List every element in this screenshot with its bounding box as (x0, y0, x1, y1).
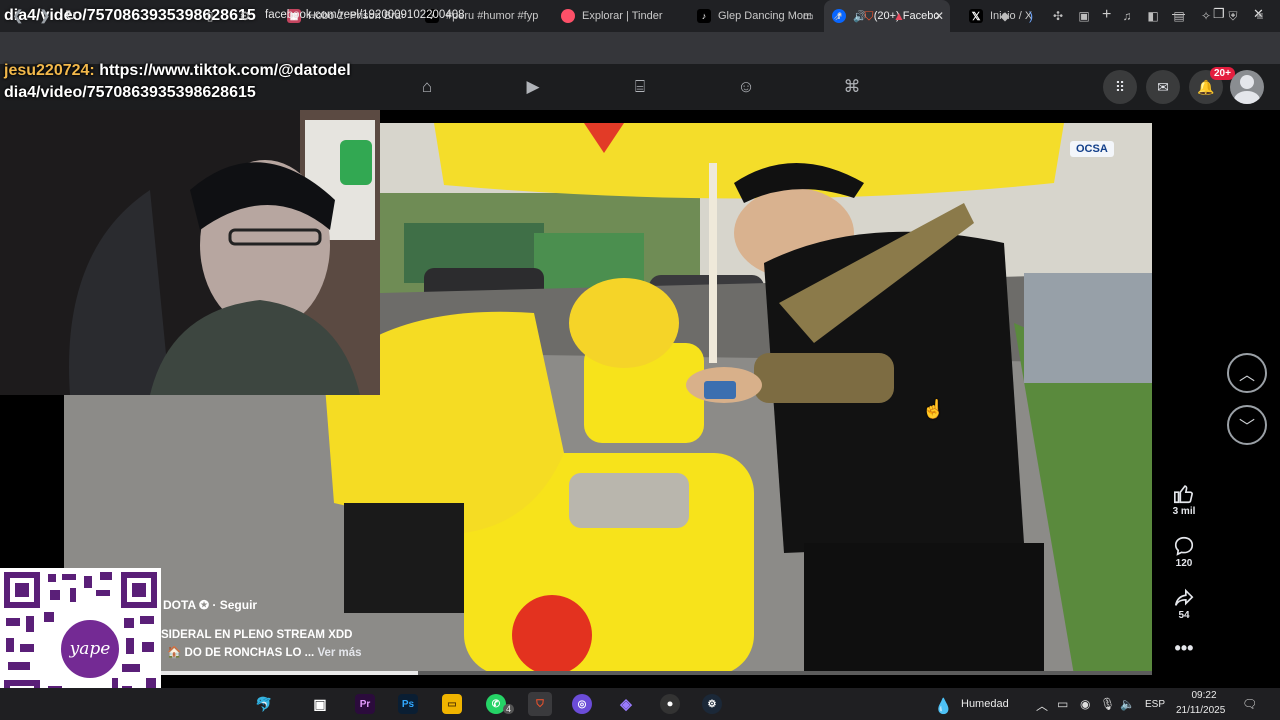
yape-logo: yape (58, 617, 122, 681)
tiktok-icon: ♪ (697, 9, 711, 23)
bookmark-icon[interactable]: ▯ (202, 8, 218, 24)
avatar[interactable] (1230, 70, 1264, 104)
extensions-icon[interactable]: ✣ (1050, 8, 1066, 24)
more-options-icon[interactable]: ••• (1164, 638, 1204, 659)
sponsor-badge: OCSA (1070, 141, 1114, 157)
next-reel-button[interactable]: ﹀ (1227, 405, 1267, 445)
author-name: DOTA (163, 598, 196, 612)
reload-icon[interactable]: ↻ (65, 7, 77, 24)
comment-count: 120 (1175, 558, 1193, 569)
share-button[interactable]: 54 (1164, 586, 1204, 621)
chevron-up-icon: ︿ (1238, 367, 1255, 384)
x-icon: 𝕏 (969, 9, 983, 23)
groups-icon[interactable]: ☺ (735, 77, 757, 96)
weather-label[interactable]: Humedad (961, 698, 1009, 710)
language-indicator[interactable]: ESP (1145, 699, 1165, 710)
tinder-icon (561, 9, 575, 23)
gaming-icon[interactable]: ⌘ (841, 77, 863, 96)
like-count: 3 mil (1172, 506, 1196, 517)
sidebar-icon[interactable]: ◧ (1145, 8, 1161, 24)
network-icon[interactable]: ▭ (1057, 697, 1068, 711)
leo-ai-icon[interactable]: ✧ (1198, 8, 1214, 24)
share-icon[interactable]: ⇗ (830, 8, 846, 24)
brave-browser-icon[interactable]: ⛉ (528, 692, 552, 716)
obs-icon[interactable]: ◎ (572, 694, 592, 714)
comment-button[interactable]: 120 (1164, 534, 1204, 569)
clock-date[interactable]: 21/11/2025 (1176, 705, 1225, 716)
translate-icon[interactable]: ) (1023, 8, 1039, 24)
marketplace-icon[interactable]: ⌸ (629, 77, 651, 96)
task-view-icon[interactable]: ▣ (310, 694, 330, 714)
screenshot-icon[interactable]: ▣ (1076, 8, 1092, 24)
back-icon[interactable]: ❮ (12, 7, 24, 24)
app-diamond-icon[interactable]: ◈ (616, 694, 636, 714)
wallet-icon[interactable]: ▤ (1171, 8, 1187, 24)
microphone-icon[interactable]: 🎙 (1100, 697, 1115, 711)
video-icon[interactable]: ▶ (522, 77, 544, 96)
volume-icon[interactable]: 🔈 (1120, 697, 1135, 711)
home-icon[interactable]: ⌂ (416, 77, 438, 96)
tray-app-icon[interactable]: ◉ (1080, 697, 1090, 711)
vpn-icon[interactable]: ⛨ (1225, 8, 1241, 24)
comment-icon (1164, 534, 1204, 558)
clock-time[interactable]: 09:22 (1186, 690, 1222, 701)
share-arrow-icon (1164, 586, 1204, 610)
brave-shield-icon[interactable]: ⛉ (861, 8, 877, 24)
brave-rewards-icon[interactable]: ▲ (891, 8, 907, 24)
tab-glep[interactable]: ♪ Glep Dancing Mom (697, 0, 811, 32)
tab-label: Glep Dancing Mom (718, 10, 811, 22)
notification-center-icon[interactable]: 🗨 (1242, 697, 1257, 711)
see-more-link[interactable]: Ver más (317, 647, 361, 659)
music-icon[interactable]: ♫ (1119, 8, 1135, 24)
previous-reel-button[interactable]: ︿ (1227, 353, 1267, 393)
share-count: 54 (1178, 610, 1190, 621)
menu-icon[interactable]: ≡ (1252, 8, 1268, 24)
close-tab-icon[interactable]: ✕ (934, 9, 944, 23)
site-info-icon[interactable]: ⚙ (237, 8, 253, 24)
house-emoji-icon: 🏠 (167, 647, 182, 659)
chat-username: jesu220724: (4, 62, 95, 79)
tray-expand-icon[interactable]: ︿ (1036, 697, 1048, 714)
dolphin-widget-icon[interactable]: 🐬 (230, 694, 298, 714)
weather-drop-icon[interactable]: 💧 (934, 697, 953, 715)
file-explorer-icon[interactable]: ▭ (442, 694, 462, 714)
caption-text: DO DE RONCHAS LO ... (184, 647, 315, 659)
new-tab-button[interactable]: + (1102, 6, 1111, 24)
follow-button[interactable]: · Seguir (212, 598, 257, 612)
caption-line2: 🏠 DO DE RONCHAS LO ... Ver más (167, 645, 362, 659)
extension-diamond-icon[interactable]: ◆ (997, 8, 1013, 24)
restore-icon[interactable]: ❐ (1213, 6, 1225, 22)
premiere-icon[interactable]: Pr (355, 694, 375, 714)
photoshop-icon[interactable]: Ps (398, 694, 418, 714)
steam-icon[interactable]: ⚙ (702, 694, 722, 714)
thumbs-up-icon (1164, 482, 1204, 506)
cast-icon[interactable]: ▭ (800, 8, 816, 24)
stream-chat-overlay: jesu220724: https://www.tiktok.com/@dato… (4, 60, 351, 104)
tab-tinder[interactable]: Explorar | Tinder (561, 0, 677, 32)
webcam-frame (0, 110, 380, 395)
recording-app-icon[interactable]: ⏺ (660, 694, 680, 714)
chat-message-line2: dia4/video/7570863935398628615 (4, 84, 256, 101)
verified-icon: ✪ (199, 598, 213, 612)
reel-author[interactable]: DOTA ✪ · Seguir (163, 598, 257, 612)
apps-menu-icon[interactable]: ⠿ (1103, 70, 1137, 104)
streamer-webcam (0, 110, 380, 395)
mouse-cursor-icon: ☝ (922, 399, 945, 419)
whatsapp-badge: 4 (503, 704, 515, 714)
url-field[interactable]: facebook.com/reel/1920009102200408 (265, 9, 465, 21)
messenger-icon[interactable]: ✉ (1146, 70, 1180, 104)
video-progress-fill (160, 671, 418, 675)
chevron-down-icon: ﹀ (1238, 419, 1255, 436)
chat-message-line1: https://www.tiktok.com/@datodel (99, 62, 351, 79)
tab-label: Explorar | Tinder (582, 10, 663, 22)
like-button[interactable]: 3 mil (1164, 482, 1204, 517)
forward-icon[interactable]: ❯ (39, 7, 51, 24)
caption-line1: SIDERAL EN PLENO STREAM XDD (161, 629, 353, 641)
